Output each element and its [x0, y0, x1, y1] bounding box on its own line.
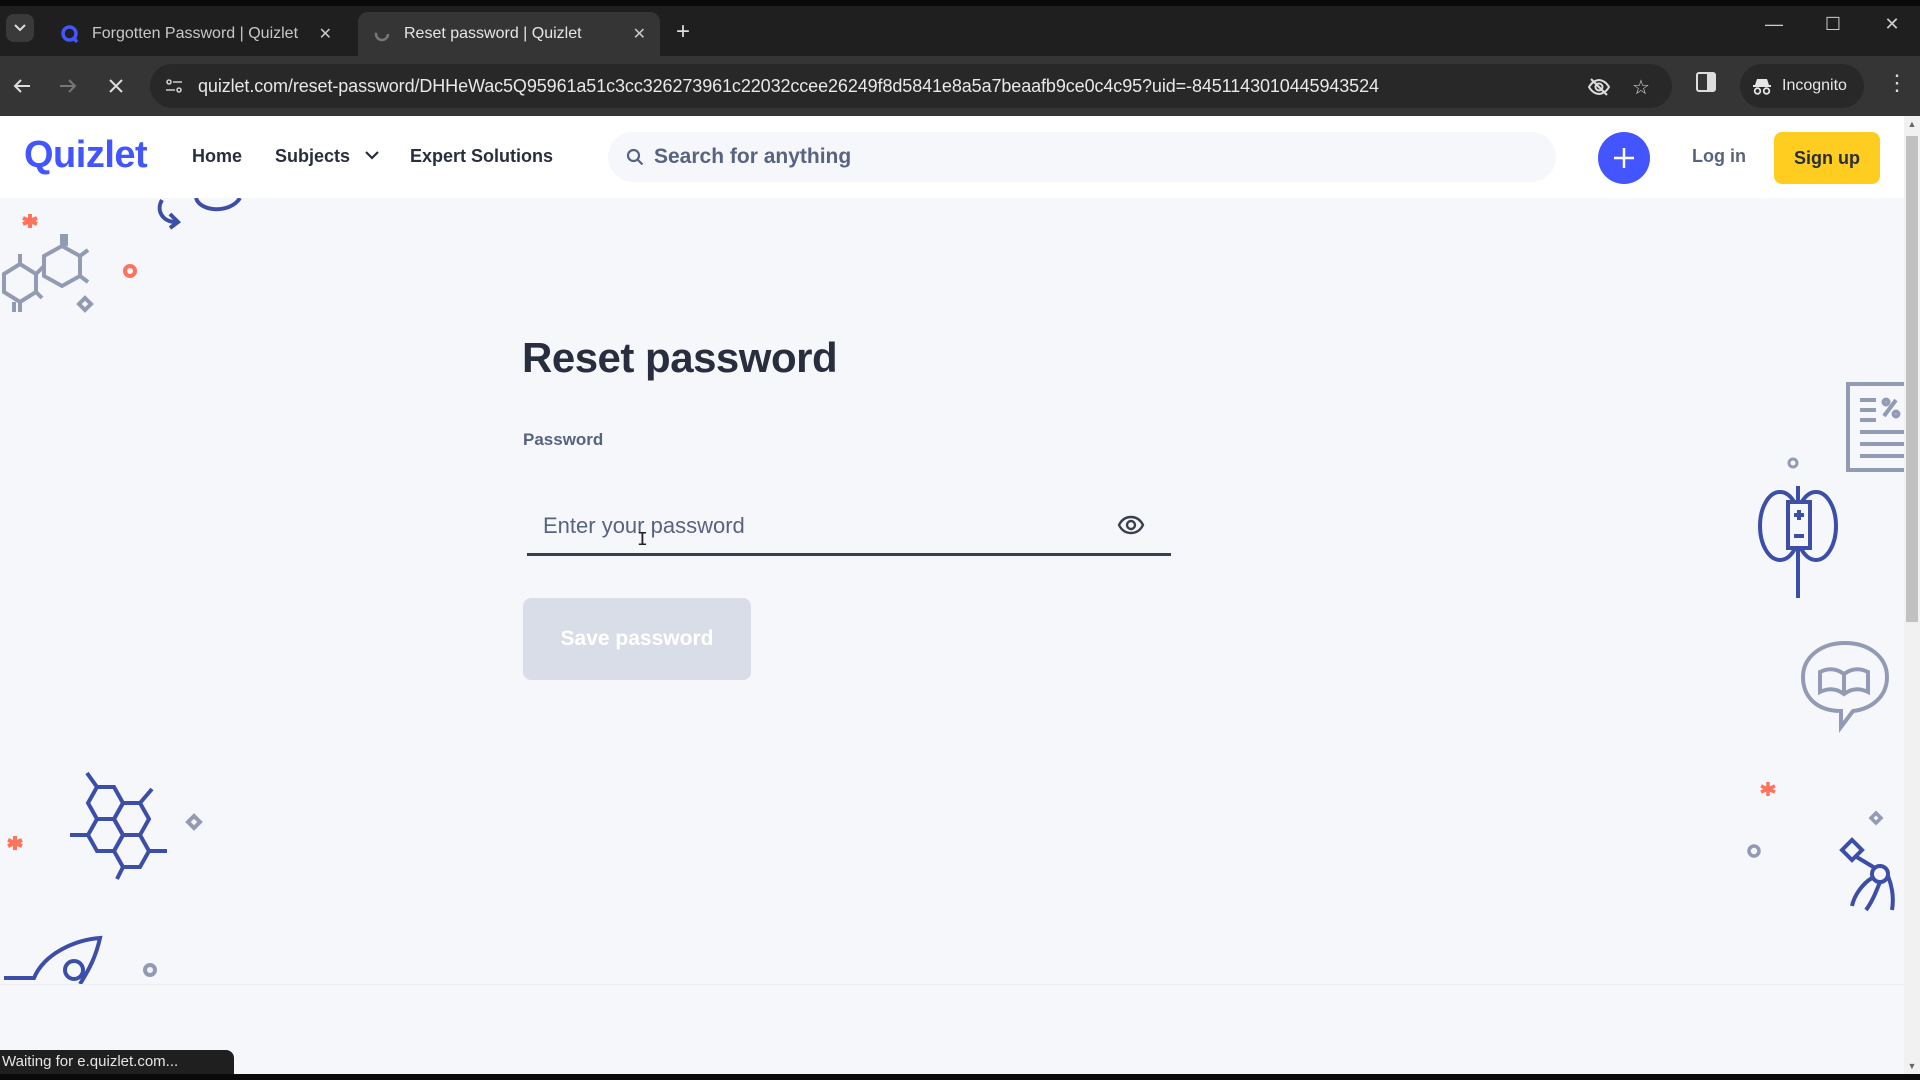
site-settings-icon[interactable] — [162, 74, 186, 98]
address-bar[interactable]: quizlet.com/reset-password/DHHeWac5Q9596… — [150, 64, 1672, 108]
bookmark-star-icon[interactable]: ☆ — [1628, 74, 1654, 100]
search-icon — [626, 148, 644, 166]
password-label: Password — [523, 430, 604, 449]
arrow-left-icon — [13, 79, 30, 93]
nav-subjects-label: Subjects — [275, 146, 351, 166]
quizlet-q-icon — [60, 24, 80, 44]
close-tab-icon[interactable]: ✕ — [319, 24, 332, 44]
red-ring-icon — [123, 264, 137, 278]
document-percent-icon — [1846, 382, 1904, 472]
decoration-top-left — [2, 196, 242, 313]
show-password-button[interactable] — [1117, 514, 1145, 538]
rocket-icon — [4, 935, 103, 986]
page-viewport: Quizlet Home Subjects Expert Solutions L… — [0, 116, 1904, 1074]
red-asterisk-icon — [1760, 782, 1776, 796]
molecule-blue-icon — [70, 771, 167, 880]
eye-icon — [1117, 515, 1145, 535]
chevron-down-icon — [14, 24, 26, 32]
login-link[interactable]: Log in — [1692, 146, 1746, 167]
browser-toolbar: quizlet.com/reset-password/DHHeWac5Q9596… — [0, 56, 1920, 116]
chevron-down-icon — [365, 147, 379, 163]
magnet-battery-icon — [1758, 486, 1838, 598]
quizlet-logo[interactable]: Quizlet — [24, 134, 148, 177]
url-text[interactable]: quizlet.com/reset-password/DHHeWac5Q9596… — [198, 76, 1379, 97]
status-bubble: Waiting for e.quizlet.com... — [0, 1050, 234, 1074]
save-password-button[interactable]: Save password — [523, 598, 751, 680]
password-input[interactable] — [543, 500, 1103, 552]
molecule-gray-icon — [2, 234, 90, 312]
search-bar[interactable] — [608, 132, 1556, 182]
stop-loading-button[interactable] — [100, 70, 132, 102]
create-button[interactable] — [1598, 132, 1650, 184]
new-tab-button[interactable]: + — [676, 18, 690, 46]
red-asterisk-icon — [22, 214, 38, 228]
gray-ring-icon — [1787, 457, 1799, 469]
password-field[interactable] — [527, 500, 1171, 556]
scroll-up-arrow-icon[interactable]: ▲ — [1904, 116, 1920, 132]
gray-ring-icon — [143, 963, 157, 977]
scroll-down-arrow-icon[interactable]: ▼ — [1904, 1058, 1920, 1074]
nav-expert-solutions[interactable]: Expert Solutions — [410, 146, 553, 167]
gray-diamond-icon — [1868, 810, 1884, 826]
tab-reset-password[interactable]: Reset password | Quizlet ✕ — [358, 12, 660, 56]
browser-tab-strip: Forgotten Password | Quizlet ✕ Reset pas… — [0, 0, 1920, 56]
minimize-icon[interactable]: — — [1754, 14, 1794, 35]
signup-button[interactable]: Sign up — [1774, 132, 1880, 184]
plus-icon — [1614, 148, 1634, 168]
gray-diamond-icon — [185, 813, 203, 831]
incognito-label: Incognito — [1782, 77, 1847, 94]
nav-home[interactable]: Home — [192, 146, 242, 167]
close-window-icon[interactable]: ✕ — [1872, 14, 1912, 35]
tab-title: Reset password | Quizlet — [404, 25, 582, 42]
tab-title: Forgotten Password | Quizlet — [92, 25, 299, 42]
tab-forgotten-password[interactable]: Forgotten Password | Quizlet ✕ — [46, 12, 346, 56]
decoration-bottom-left — [4, 771, 203, 986]
back-button[interactable] — [6, 70, 38, 102]
search-input[interactable] — [654, 132, 1534, 182]
arrow-right-icon — [60, 79, 77, 93]
page-scrollbar[interactable]: ▲ ▼ — [1904, 116, 1920, 1074]
maximize-icon[interactable]: ☐ — [1813, 14, 1853, 35]
scroll-thumb[interactable] — [1906, 136, 1918, 622]
nav-subjects[interactable]: Subjects — [275, 146, 379, 167]
gray-diamond-icon — [76, 295, 94, 313]
tab-search-button[interactable] — [6, 14, 34, 42]
close-icon — [109, 79, 123, 93]
close-tab-icon[interactable]: ✕ — [633, 24, 646, 44]
eye-off-icon[interactable] — [1586, 74, 1612, 100]
site-header: Quizlet Home Subjects Expert Solutions L… — [0, 116, 1904, 198]
incognito-badge[interactable]: Incognito — [1740, 64, 1864, 108]
window-bottom-border — [0, 1074, 1920, 1080]
loading-spinner-icon — [372, 24, 392, 44]
satellite-icon — [1839, 837, 1895, 912]
decoration-right — [1747, 382, 1904, 912]
book-speech-bubble-icon — [1800, 640, 1890, 733]
forward-button[interactable] — [52, 70, 84, 102]
gray-ring-icon — [1747, 844, 1761, 858]
side-panel-button[interactable] — [1696, 72, 1718, 94]
browser-menu-icon[interactable]: ⋮ — [1886, 72, 1908, 94]
footer-divider — [0, 984, 1904, 985]
incognito-icon — [1753, 79, 1771, 95]
side-panel-icon — [1696, 72, 1716, 92]
page-title: Reset password — [522, 334, 838, 381]
text-cursor-icon: I — [637, 529, 648, 550]
red-asterisk-icon — [7, 836, 23, 850]
